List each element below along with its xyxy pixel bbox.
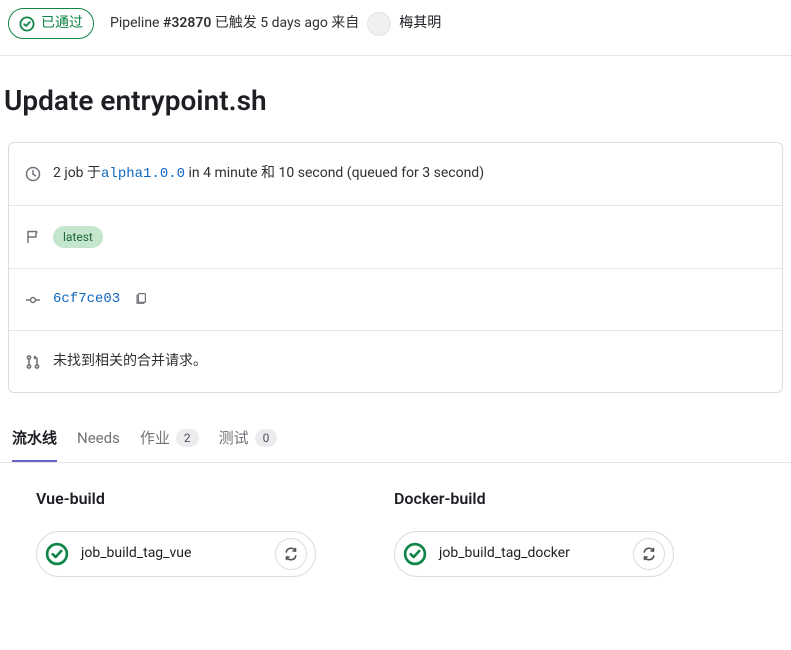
tag-latest-badge[interactable]: latest bbox=[53, 226, 103, 248]
check-circle-icon bbox=[19, 16, 35, 32]
tests-count-badge: 0 bbox=[255, 429, 278, 447]
tab-label: 流水线 bbox=[12, 427, 57, 450]
pipeline-tabs: 流水线 Needs 作业 2 测试 0 bbox=[0, 393, 791, 463]
stage-name: Docker-build bbox=[394, 487, 714, 511]
triggered-text: 已触发 5 days ago 来自 bbox=[211, 15, 359, 31]
job-name: job_build_tag_docker bbox=[439, 543, 621, 564]
commit-icon bbox=[25, 292, 41, 308]
page-title: Update entrypoint.sh bbox=[0, 56, 791, 142]
tab-needs[interactable]: Needs bbox=[77, 417, 120, 462]
job-name: job_build_tag_vue bbox=[81, 543, 263, 564]
pipeline-info-card: 2 job 于alpha1.0.0 in 4 minute 和 10 secon… bbox=[8, 142, 783, 393]
pipeline-id[interactable]: #32870 bbox=[163, 15, 211, 31]
tab-label: 作业 bbox=[140, 427, 170, 450]
tab-jobs[interactable]: 作业 2 bbox=[140, 417, 199, 462]
flag-icon bbox=[25, 229, 41, 245]
copy-sha-button[interactable] bbox=[132, 289, 150, 310]
stage-column: Docker-build job_build_tag_docker bbox=[394, 487, 714, 577]
mr-empty-text: 未找到相关的合并请求。 bbox=[53, 351, 207, 372]
info-row-commit: 6cf7ce03 bbox=[9, 268, 782, 330]
retry-button[interactable] bbox=[633, 538, 665, 570]
clock-icon bbox=[25, 166, 41, 182]
avatar[interactable] bbox=[367, 12, 391, 36]
pipeline-header: 已通过 Pipeline #32870 已触发 5 days ago 来自 梅其… bbox=[0, 0, 791, 56]
check-circle-icon bbox=[45, 542, 69, 566]
retry-button[interactable] bbox=[275, 538, 307, 570]
tab-label: 测试 bbox=[219, 427, 249, 450]
info-row-tag: latest bbox=[9, 205, 782, 268]
duration-text: in 4 minute 和 10 second (queued for 3 se… bbox=[185, 165, 484, 181]
ref-link[interactable]: alpha1.0.0 bbox=[101, 166, 185, 182]
username-link[interactable]: 梅其明 bbox=[399, 13, 441, 34]
commit-sha-link[interactable]: 6cf7ce03 bbox=[53, 289, 120, 310]
pipeline-graph: Vue-build job_build_tag_vue Docker-build… bbox=[0, 463, 791, 601]
job-pill[interactable]: job_build_tag_vue bbox=[36, 531, 316, 577]
info-row-duration: 2 job 于alpha1.0.0 in 4 minute 和 10 secon… bbox=[9, 143, 782, 205]
job-pill[interactable]: job_build_tag_docker bbox=[394, 531, 674, 577]
merge-request-icon bbox=[25, 354, 41, 370]
status-badge-passed[interactable]: 已通过 bbox=[8, 8, 94, 39]
jobs-prefix: 2 job 于 bbox=[53, 165, 101, 181]
clipboard-icon bbox=[134, 291, 148, 305]
tab-tests[interactable]: 测试 0 bbox=[219, 417, 278, 462]
retry-icon bbox=[283, 546, 299, 562]
check-circle-icon bbox=[403, 542, 427, 566]
retry-icon bbox=[641, 546, 657, 562]
tab-label: Needs bbox=[77, 427, 120, 450]
pipeline-meta: Pipeline #32870 已触发 5 days ago 来自 梅其明 bbox=[110, 12, 441, 36]
tab-pipeline[interactable]: 流水线 bbox=[12, 417, 57, 462]
stage-name: Vue-build bbox=[36, 487, 356, 511]
pipeline-prefix: Pipeline bbox=[110, 15, 163, 31]
stage-column: Vue-build job_build_tag_vue bbox=[36, 487, 356, 577]
status-label: 已通过 bbox=[41, 13, 83, 34]
jobs-count-badge: 2 bbox=[176, 429, 199, 447]
info-row-mr: 未找到相关的合并请求。 bbox=[9, 330, 782, 392]
